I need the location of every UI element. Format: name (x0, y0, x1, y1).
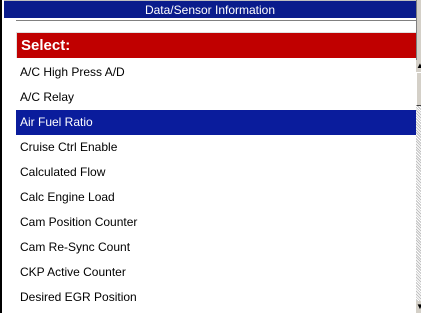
scrollbar-thumb[interactable] (416, 72, 421, 106)
list-item[interactable]: CKP Active Counter (16, 260, 416, 285)
list-item[interactable]: Cam Re-Sync Count (16, 235, 416, 260)
list-item[interactable]: Calc Engine Load (16, 185, 416, 210)
list-item-selected[interactable]: Air Fuel Ratio (16, 110, 416, 135)
list-item[interactable]: Cam Position Counter (16, 210, 416, 235)
list-item[interactable]: A/C Relay (16, 85, 416, 110)
list-item[interactable]: A/C High Press A/D (16, 60, 416, 85)
sensor-list[interactable]: A/C High Press A/D A/C Relay Air Fuel Ra… (16, 60, 416, 313)
list-item[interactable]: Desired EGR Position (16, 285, 416, 310)
data-sensor-window: Data/Sensor Information Select: A/C High… (0, 0, 421, 313)
list-item[interactable]: Cruise Ctrl Enable (16, 135, 416, 160)
select-header: Select: (16, 32, 416, 58)
scroll-up-arrow-icon[interactable]: ▲ (416, 60, 421, 72)
scroll-down-arrow-icon[interactable]: ▼ (416, 301, 421, 313)
window-title: Data/Sensor Information (4, 0, 416, 18)
list-item[interactable]: Calculated Flow (16, 160, 416, 185)
